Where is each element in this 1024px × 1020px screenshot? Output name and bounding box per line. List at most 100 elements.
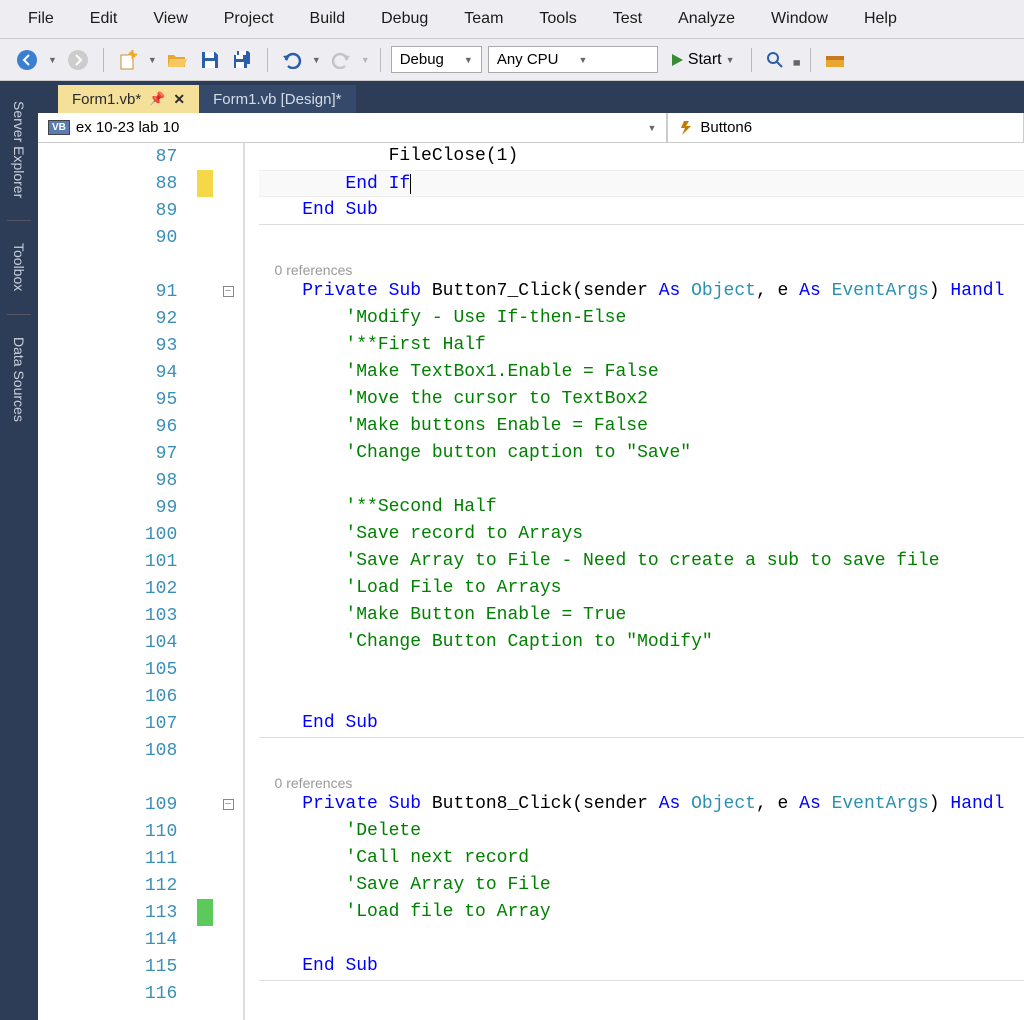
fold-area[interactable]: − bbox=[213, 286, 243, 297]
sidebar-tab-server-explorer[interactable]: Server Explorer bbox=[7, 93, 31, 206]
code-line[interactable] bbox=[259, 926, 1024, 953]
undo-button[interactable] bbox=[278, 49, 306, 71]
code-line[interactable]: 'Make TextBox1.Enable = False bbox=[259, 359, 1024, 386]
code-line[interactable]: Private Sub Button7_Click(sender As Obje… bbox=[259, 278, 1024, 305]
menu-analyze[interactable]: Analyze bbox=[660, 4, 753, 34]
tab-form1-vb-[interactable]: Form1.vb*📌✕ bbox=[58, 85, 199, 113]
configuration-dropdown[interactable]: Debug ▼ bbox=[391, 46, 482, 73]
code-line[interactable] bbox=[259, 656, 1024, 683]
code-line[interactable] bbox=[259, 683, 1024, 710]
code-line[interactable]: 'Make Button Enable = True bbox=[259, 602, 1024, 629]
line-number: 92 bbox=[38, 309, 197, 329]
sidebar-tab-toolbox[interactable]: Toolbox bbox=[7, 235, 31, 299]
code-line[interactable]: End Sub bbox=[259, 710, 1024, 737]
line-number: 106 bbox=[38, 687, 197, 707]
code-line[interactable]: 'Change button caption to "Save" bbox=[259, 440, 1024, 467]
code-line[interactable]: End If bbox=[259, 170, 1024, 197]
code-line[interactable] bbox=[259, 224, 1024, 251]
gutter-row: 109 − bbox=[38, 791, 243, 818]
sidebar-tab-data-sources[interactable]: Data Sources bbox=[7, 329, 31, 430]
code-line[interactable]: FileClose(1) bbox=[259, 143, 1024, 170]
chevron-down-icon: ▼ bbox=[647, 123, 656, 133]
line-number: 107 bbox=[38, 714, 197, 734]
line-number: 116 bbox=[38, 984, 197, 1004]
pin-icon[interactable]: 📌 bbox=[149, 91, 165, 107]
separator bbox=[380, 48, 381, 72]
project-dropdown[interactable]: VB ex 10-23 lab 10 ▼ bbox=[38, 113, 667, 142]
gutter-row: 93 bbox=[38, 332, 243, 359]
gutter-row: 114 bbox=[38, 926, 243, 953]
nav-back-button[interactable] bbox=[12, 47, 42, 73]
code-line[interactable]: 'Call next record bbox=[259, 845, 1024, 872]
chevron-down-icon[interactable]: ▼ bbox=[48, 55, 57, 65]
code-line[interactable] bbox=[259, 737, 1024, 764]
save-all-button[interactable] bbox=[229, 48, 257, 72]
chevron-down-icon[interactable]: ▼ bbox=[148, 55, 157, 65]
codelens[interactable]: 0 references bbox=[259, 764, 1024, 791]
line-number: 110 bbox=[38, 822, 197, 842]
menu-edit[interactable]: Edit bbox=[72, 4, 136, 34]
menu-build[interactable]: Build bbox=[292, 4, 364, 34]
menu-tools[interactable]: Tools bbox=[521, 4, 594, 34]
redo-icon bbox=[331, 51, 351, 69]
code-line[interactable]: '**First Half bbox=[259, 332, 1024, 359]
code-line[interactable]: 'Load File to Arrays bbox=[259, 575, 1024, 602]
line-number: 109 bbox=[38, 795, 197, 815]
toolbox-button[interactable] bbox=[821, 50, 849, 70]
line-number: 102 bbox=[38, 579, 197, 599]
code-body[interactable]: FileClose(1) End If End Sub 0 references… bbox=[244, 143, 1024, 1020]
platform-dropdown[interactable]: Any CPU ▼ bbox=[488, 46, 658, 73]
start-label: Start bbox=[688, 51, 722, 69]
chevron-down-icon[interactable]: ▼ bbox=[312, 55, 321, 65]
gutter-row: 103 bbox=[38, 602, 243, 629]
code-line[interactable] bbox=[259, 467, 1024, 494]
gutter-row: 111 bbox=[38, 845, 243, 872]
menu-team[interactable]: Team bbox=[446, 4, 521, 34]
menu-project[interactable]: Project bbox=[206, 4, 292, 34]
code-line[interactable]: 'Move the cursor to TextBox2 bbox=[259, 386, 1024, 413]
gutter-row: 95 bbox=[38, 386, 243, 413]
close-icon[interactable]: ✕ bbox=[173, 91, 185, 108]
menu-debug[interactable]: Debug bbox=[363, 4, 446, 34]
save-icon bbox=[201, 51, 219, 69]
find-button[interactable] bbox=[762, 49, 788, 71]
code-line[interactable]: 'Load file to Array bbox=[259, 899, 1024, 926]
code-line[interactable]: '**Second Half bbox=[259, 494, 1024, 521]
tab-label: Form1.vb [Design]* bbox=[213, 91, 341, 108]
start-button[interactable]: Start ▼ bbox=[664, 49, 741, 71]
gutter-row: 88 bbox=[38, 170, 243, 197]
code-line[interactable]: 'Save record to Arrays bbox=[259, 521, 1024, 548]
overflow-indicator: ▄ bbox=[794, 55, 800, 65]
chevron-down-icon: ▼ bbox=[726, 55, 735, 65]
code-line[interactable]: 'Change Button Caption to "Modify" bbox=[259, 629, 1024, 656]
code-editor[interactable]: 8788899091−92939495969798991001011021031… bbox=[38, 143, 1024, 1020]
tab-form1-vb-design-[interactable]: Form1.vb [Design]* bbox=[199, 85, 355, 113]
code-line[interactable]: Private Sub Button8_Click(sender As Obje… bbox=[259, 791, 1024, 818]
code-line[interactable]: 'Save Array to File - Need to create a s… bbox=[259, 548, 1024, 575]
menu-file[interactable]: File bbox=[10, 4, 72, 34]
new-item-button[interactable] bbox=[114, 48, 142, 72]
tab-bar: Form1.vb*📌✕Form1.vb [Design]* bbox=[38, 81, 1024, 113]
codelens[interactable]: 0 references bbox=[259, 251, 1024, 278]
gutter: 8788899091−92939495969798991001011021031… bbox=[38, 143, 244, 1020]
open-button[interactable] bbox=[163, 49, 191, 71]
menu-test[interactable]: Test bbox=[595, 4, 660, 34]
code-line[interactable] bbox=[259, 980, 1024, 1007]
gutter-row: 107 bbox=[38, 710, 243, 737]
fold-area[interactable]: − bbox=[213, 799, 243, 810]
line-number: 95 bbox=[38, 390, 197, 410]
member-dropdown[interactable]: Button6 bbox=[667, 113, 1024, 142]
menu-window[interactable]: Window bbox=[753, 4, 846, 34]
code-line[interactable]: 'Modify - Use If-then-Else bbox=[259, 305, 1024, 332]
code-line[interactable]: 'Delete bbox=[259, 818, 1024, 845]
menu-view[interactable]: View bbox=[135, 4, 205, 34]
save-button[interactable] bbox=[197, 49, 223, 71]
gutter-row: 108 bbox=[38, 737, 243, 764]
code-line[interactable]: 'Save Array to File bbox=[259, 872, 1024, 899]
code-line[interactable]: End Sub bbox=[259, 953, 1024, 980]
gutter-row: 94 bbox=[38, 359, 243, 386]
code-line[interactable]: End Sub bbox=[259, 197, 1024, 224]
code-line[interactable]: 'Make buttons Enable = False bbox=[259, 413, 1024, 440]
gutter-row: 116 bbox=[38, 980, 243, 1007]
menu-help[interactable]: Help bbox=[846, 4, 915, 34]
